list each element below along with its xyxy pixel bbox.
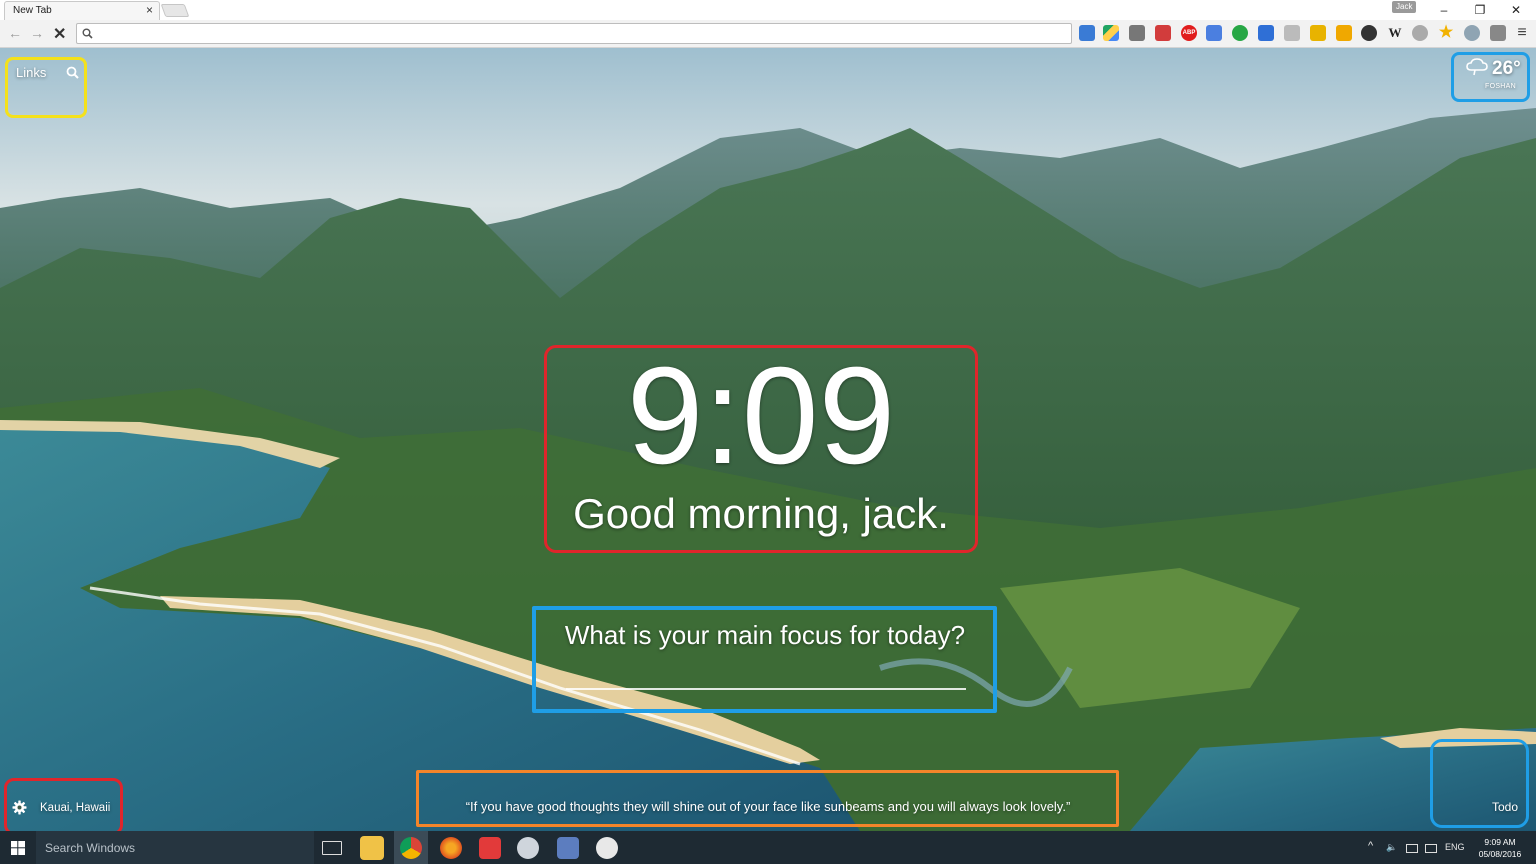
start-button[interactable] — [0, 831, 36, 864]
tab-close-button[interactable]: × — [146, 3, 153, 17]
address-bar[interactable] — [76, 23, 1072, 44]
volume-icon[interactable]: 🔈 — [1386, 842, 1397, 853]
windows-logo-icon — [11, 841, 25, 855]
bookmark-icon[interactable] — [1155, 25, 1171, 41]
adblock-plus-icon[interactable]: ABP — [1181, 25, 1197, 41]
notification-icon[interactable] — [1425, 844, 1437, 853]
highlight-weather — [1451, 52, 1530, 102]
tray-overflow-icon[interactable]: ^ — [1368, 840, 1373, 852]
close-window-button[interactable]: ✕ — [1498, 0, 1534, 20]
taskbar-search-box[interactable]: Search Windows — [36, 831, 314, 864]
profile-badge[interactable]: Jack — [1392, 1, 1417, 13]
stop-loading-button[interactable]: ✕ — [53, 24, 66, 44]
app-icon[interactable] — [557, 837, 579, 859]
task-view-icon[interactable] — [322, 841, 342, 855]
network-icon[interactable] — [1406, 844, 1418, 853]
taskbar-clock[interactable]: 9:09 AM 05/08/2016 — [1474, 836, 1526, 860]
restore-button[interactable]: ❐ — [1462, 0, 1498, 20]
app-icon[interactable] — [596, 837, 618, 859]
chrome-menu-icon[interactable]: ≡ — [1514, 25, 1530, 41]
highlight-todo — [1430, 739, 1529, 828]
ext-icon[interactable] — [1310, 25, 1326, 41]
star-icon[interactable]: ★ — [1438, 25, 1454, 41]
compass-icon[interactable] — [1412, 25, 1428, 41]
taskbar-date: 05/08/2016 — [1478, 849, 1522, 859]
wikipedia-icon[interactable]: W — [1387, 25, 1403, 41]
ext-icon[interactable] — [1232, 25, 1248, 41]
ext-icon[interactable] — [1079, 25, 1095, 41]
taskbar-time: 9:09 AM — [1484, 837, 1516, 847]
browser-tab-strip: New Tab × Jack – ❐ ✕ — [0, 0, 1536, 20]
vivaldi-icon[interactable] — [479, 837, 501, 859]
ext-icon[interactable] — [1129, 25, 1145, 41]
new-tab-button[interactable] — [160, 4, 190, 17]
browser-tab[interactable]: New Tab × — [4, 1, 160, 20]
back-button[interactable]: ← — [8, 26, 22, 40]
ext-icon[interactable] — [1284, 25, 1300, 41]
highlight-clock — [544, 345, 978, 553]
translate-icon[interactable] — [1206, 25, 1222, 41]
tab-title: New Tab — [13, 5, 52, 16]
windows-taskbar: Search Windows ^ 🔈 ENG 9:09 AM 05/08/201… — [0, 831, 1536, 864]
address-input[interactable] — [99, 25, 1059, 42]
ext-icon[interactable] — [1490, 25, 1506, 41]
highlight-settings — [4, 778, 123, 835]
ext-icon[interactable] — [1258, 25, 1274, 41]
browser-toolbar: ← → ✕ ABP W ★ ≡ — [0, 20, 1536, 48]
language-indicator[interactable]: ENG — [1445, 842, 1465, 852]
chrome-icon[interactable] — [400, 837, 422, 859]
forward-button[interactable]: → — [30, 26, 44, 40]
file-explorer-icon[interactable] — [360, 836, 384, 860]
search-icon — [82, 28, 93, 39]
ext-icon[interactable] — [1336, 25, 1352, 41]
app-icon[interactable] — [517, 837, 539, 859]
ext-icon[interactable] — [1361, 25, 1377, 41]
highlight-links — [5, 57, 87, 118]
globe-icon[interactable] — [1464, 25, 1480, 41]
google-drive-icon[interactable] — [1103, 25, 1119, 41]
highlight-focus — [532, 606, 997, 713]
taskbar-search-placeholder: Search Windows — [45, 841, 136, 855]
firefox-icon[interactable] — [440, 837, 462, 859]
highlight-quote — [416, 770, 1119, 827]
minimize-button[interactable]: – — [1426, 0, 1462, 20]
